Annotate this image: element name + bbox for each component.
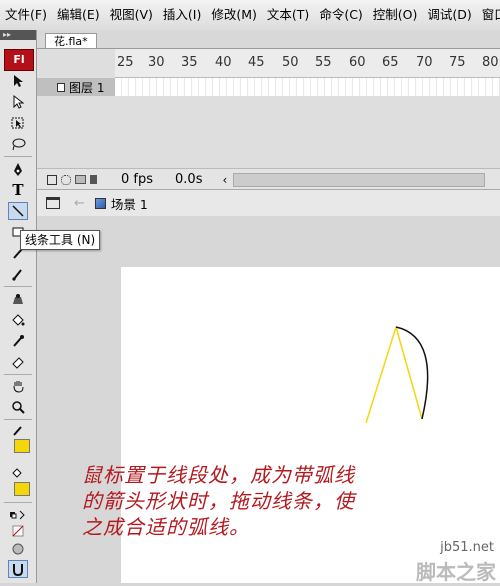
- menu-control[interactable]: 控制(O): [368, 0, 423, 30]
- layer-header: [37, 49, 115, 77]
- timeline-horizontal-scrollbar[interactable]: [233, 173, 485, 187]
- pen-tool-icon[interactable]: [8, 161, 28, 179]
- toolbox-grip[interactable]: ▸▸: [0, 30, 36, 40]
- toolbox-divider: [4, 374, 32, 375]
- ruler-number: 35: [181, 55, 198, 70]
- delete-layer-icon[interactable]: [90, 175, 97, 184]
- ruler-number: 55: [315, 55, 332, 70]
- stroke-color-pencil-icon[interactable]: [8, 422, 28, 440]
- edit-bar: ← 场景 1: [37, 189, 500, 217]
- menu-bar: 文件(F) 编辑(E) 视图(V) 插入(I) 修改(M) 文本(T) 命令(C…: [0, 0, 500, 31]
- curved-arc-line[interactable]: [395, 326, 429, 420]
- free-transform-tool-icon[interactable]: [8, 114, 28, 132]
- snap-to-objects-icon[interactable]: [8, 560, 28, 578]
- eyedropper-tool-icon[interactable]: [8, 332, 28, 350]
- no-color-icon[interactable]: [8, 522, 28, 540]
- menu-text[interactable]: 文本(T): [262, 0, 314, 30]
- stroke-color-swatch[interactable]: [14, 439, 30, 453]
- menu-edit[interactable]: 编辑(E): [52, 0, 105, 30]
- ruler-number: 80: [482, 55, 499, 70]
- ruler-number: 50: [282, 55, 299, 70]
- ruler-number: 40: [215, 55, 232, 70]
- ruler-number: 45: [248, 55, 265, 70]
- annotation-line: 之成合适的弧线。: [82, 515, 250, 539]
- menu-debug[interactable]: 调试(D): [422, 0, 476, 30]
- scene-label[interactable]: 场景 1: [111, 194, 148, 213]
- menu-modify[interactable]: 修改(M): [206, 0, 262, 30]
- layer-label[interactable]: 图层 1: [37, 78, 115, 96]
- document-tab-bar: 花.fla*: [37, 30, 500, 49]
- timeline-empty-area: [37, 96, 500, 168]
- line-tool-tooltip: 线条工具 (N): [20, 230, 101, 250]
- timeline-panel: 25 30 35 40 45 50 55 60 65 70 75 80 图层 1…: [37, 48, 500, 190]
- brush-tool-icon[interactable]: [8, 265, 28, 283]
- hand-tool-icon[interactable]: [8, 377, 28, 395]
- subselection-tool-icon[interactable]: [8, 93, 28, 111]
- layer-page-icon: [57, 82, 65, 92]
- watermark-url: jb51.net: [440, 540, 494, 555]
- scroll-left-icon[interactable]: ‹: [222, 173, 227, 187]
- paint-bucket-tool-icon[interactable]: [8, 311, 28, 329]
- menu-commands[interactable]: 命令(C): [314, 0, 367, 30]
- layer-name: 图层 1: [69, 80, 105, 95]
- ink-bottle-tool-icon[interactable]: [8, 290, 28, 308]
- annotation-line: 的箭头形状时，拖动线条，使: [82, 489, 355, 513]
- add-motion-guide-icon[interactable]: [61, 174, 71, 185]
- instruction-annotation: 鼠标置于线段处，成为带弧线 的箭头形状时，拖动线条，使 之成合适的弧线。: [82, 462, 500, 540]
- ruler-number: 70: [416, 55, 433, 70]
- watermark-name: 脚本之家: [416, 560, 496, 584]
- lasso-tool-icon[interactable]: [8, 135, 28, 153]
- ruler-number: 60: [349, 55, 366, 70]
- smooth-option-icon[interactable]: [8, 540, 28, 558]
- flash-logo: Fl: [4, 49, 34, 71]
- menu-file[interactable]: 文件(F): [0, 0, 52, 30]
- watermark: jb51.net 脚本之家: [395, 540, 500, 584]
- toolbox-divider: [4, 419, 32, 420]
- toolbox-divider: [4, 156, 32, 157]
- ruler-number: 25: [117, 55, 134, 70]
- frame-cells[interactable]: [115, 78, 500, 96]
- toolbox-divider: [4, 502, 32, 503]
- annotation-line: 鼠标置于线段处，成为带弧线: [82, 463, 355, 487]
- zoom-tool-icon[interactable]: [8, 398, 28, 416]
- timeline-status-bar: 0 fps 0.0s ‹: [37, 168, 500, 190]
- menu-view[interactable]: 视图(V): [105, 0, 158, 30]
- fill-color-swatch[interactable]: [14, 482, 30, 496]
- timeline-toggle-icon[interactable]: [46, 197, 60, 209]
- time-readout: 0.0s: [175, 172, 203, 187]
- add-folder-icon[interactable]: [75, 175, 86, 184]
- add-layer-icon[interactable]: [47, 174, 57, 185]
- toolbox-divider: [4, 286, 32, 287]
- ruler-number: 65: [382, 55, 399, 70]
- straight-line-left[interactable]: [365, 326, 397, 424]
- line-tool-icon[interactable]: [8, 202, 28, 220]
- fps-readout: 0 fps: [121, 172, 154, 187]
- text-tool-icon[interactable]: T: [8, 181, 28, 199]
- menu-insert[interactable]: 插入(I): [158, 0, 206, 30]
- document-tab[interactable]: 花.fla*: [45, 33, 97, 49]
- toolbox-panel: ▸▸ Fl T: [0, 30, 37, 583]
- back-arrow-icon[interactable]: ←: [74, 196, 85, 211]
- fill-color-bucket-icon[interactable]: [8, 464, 28, 482]
- layer-row[interactable]: 图层 1: [37, 78, 500, 96]
- ruler-number: 30: [148, 55, 165, 70]
- selection-tool-icon[interactable]: [8, 72, 28, 90]
- scene-icon: [94, 197, 106, 209]
- ruler-number: 75: [449, 55, 466, 70]
- eraser-tool-icon[interactable]: [8, 353, 28, 371]
- menu-window[interactable]: 窗口: [477, 0, 500, 30]
- frame-ruler[interactable]: 25 30 35 40 45 50 55 60 65 70 75 80: [115, 49, 500, 78]
